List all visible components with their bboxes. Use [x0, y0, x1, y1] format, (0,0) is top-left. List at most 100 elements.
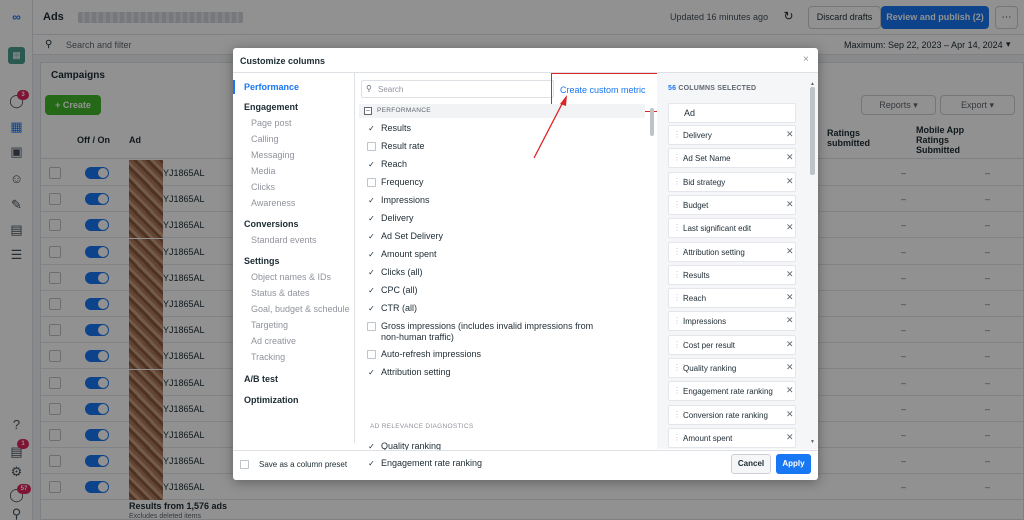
metric-label: Frequency: [381, 177, 424, 187]
remove-column-icon[interactable]: ✕: [786, 222, 794, 233]
remove-column-icon[interactable]: ✕: [786, 199, 794, 210]
metric-label: Gross impressions (includes invalid impr…: [381, 321, 594, 342]
selected-column-label: Conversion rate ranking: [683, 410, 768, 420]
selected-column-chip[interactable]: ⋮⋮ Amount spent ✕: [668, 427, 796, 448]
selected-column-label: Quality ranking: [683, 364, 737, 373]
nav-optimization[interactable]: Optimization: [244, 395, 299, 405]
remove-column-icon[interactable]: ✕: [786, 176, 794, 187]
remove-column-icon[interactable]: ✕: [786, 385, 794, 396]
metric-checkbox[interactable]: [367, 178, 376, 187]
nav-media[interactable]: Media: [251, 166, 276, 176]
checkmark-icon[interactable]: ✓: [367, 124, 376, 133]
performance-section-header[interactable]: – PERFORMANCE: [359, 104, 645, 118]
metric-search-input[interactable]: [378, 82, 548, 96]
divider: [233, 450, 818, 451]
remove-column-icon[interactable]: ✕: [786, 246, 794, 257]
selected-column-chip[interactable]: ⋮⋮ Engagement rate ranking ✕: [668, 381, 796, 402]
metric-label: Result rate: [381, 141, 425, 151]
nav-targeting[interactable]: Targeting: [251, 320, 288, 330]
selected-column-label: Results: [683, 270, 710, 280]
remove-column-icon[interactable]: ✕: [786, 269, 794, 280]
checkmark-icon[interactable]: ✓: [367, 459, 376, 468]
selected-column-chip[interactable]: ⋮⋮ Last significant edit ✕: [668, 218, 796, 239]
checkmark-icon[interactable]: ✓: [367, 214, 376, 223]
collapse-icon[interactable]: –: [364, 107, 372, 115]
nav-conversions[interactable]: Conversions: [244, 219, 299, 229]
checkmark-icon[interactable]: ✓: [367, 304, 376, 313]
selected-column-chip[interactable]: ⋮⋮ Bid strategy ✕: [668, 171, 796, 192]
close-icon[interactable]: ×: [803, 54, 809, 65]
metric-label: CTR (all): [381, 303, 417, 313]
checkmark-icon[interactable]: ✓: [367, 286, 376, 295]
nav-engagement[interactable]: Engagement: [244, 102, 298, 112]
selected-column-chip[interactable]: ⋮⋮ Conversion rate ranking ✕: [668, 404, 796, 425]
metric-label: Impressions: [381, 195, 430, 205]
nav-goal-budget[interactable]: Goal, budget & schedule: [251, 304, 350, 314]
save-preset-checkbox[interactable]: [240, 460, 249, 469]
metric-label: Ad Set Delivery: [381, 231, 444, 241]
selected-column-chip[interactable]: ⋮⋮ Budget ✕: [668, 194, 796, 215]
remove-column-icon[interactable]: ✕: [786, 362, 794, 373]
checkmark-icon[interactable]: ✓: [367, 250, 376, 259]
metric-label: Attribution setting: [381, 367, 451, 377]
remove-column-icon[interactable]: ✕: [786, 129, 794, 140]
metric-label: Results: [381, 123, 412, 133]
metric-checkbox[interactable]: [367, 142, 376, 151]
remove-column-icon[interactable]: ✕: [786, 409, 794, 420]
nav-tracking[interactable]: Tracking: [251, 352, 285, 362]
create-custom-metric-link[interactable]: Create custom metric: [560, 85, 646, 95]
apply-button[interactable]: Apply: [776, 454, 811, 474]
nav-status-dates[interactable]: Status & dates: [251, 288, 310, 298]
nav-awareness[interactable]: Awareness: [251, 198, 295, 208]
selected-column-chip[interactable]: ⋮⋮ Impressions ✕: [668, 311, 796, 332]
selected-column-chip[interactable]: ⋮⋮ Delivery ✕: [668, 125, 796, 145]
nav-settings[interactable]: Settings: [244, 256, 280, 266]
metric-search-box: ⚲: [361, 80, 554, 98]
nav-ab-test[interactable]: A/B test: [244, 374, 278, 384]
selected-scrollbar[interactable]: [810, 87, 815, 175]
selected-column-label: Impressions: [683, 317, 727, 327]
remove-column-icon[interactable]: ✕: [786, 432, 794, 443]
selected-column-chip[interactable]: ⋮⋮ Attribution setting ✕: [668, 241, 796, 262]
metric-label: CPC (all): [381, 285, 418, 295]
nav-messaging[interactable]: Messaging: [251, 150, 295, 160]
scroll-down-icon[interactable]: ▼: [810, 439, 815, 445]
selected-column-chip[interactable]: ⋮⋮ Results ✕: [668, 264, 796, 285]
cancel-button[interactable]: Cancel: [731, 454, 771, 474]
remove-column-icon[interactable]: ✕: [786, 292, 794, 303]
remove-column-icon[interactable]: ✕: [786, 315, 794, 326]
active-indicator: [233, 80, 235, 94]
checkmark-icon[interactable]: ✓: [367, 160, 376, 169]
selected-count-number: 56: [668, 85, 677, 92]
selected-column-label: Attribution setting: [683, 247, 745, 257]
checkmark-icon[interactable]: ✓: [367, 268, 376, 277]
nav-calling[interactable]: Calling: [251, 134, 279, 144]
selected-column-chip[interactable]: ⋮⋮ Cost per result ✕: [668, 334, 796, 355]
search-icon: ⚲: [366, 84, 372, 93]
selected-columns-panel: 56 COLUMNS SELECTED Ad ⋮⋮ Delivery ✕ ⋮⋮ Ad S…: [657, 73, 818, 449]
column-category-nav: Performance Engagement Page post Calling…: [233, 73, 355, 443]
selected-column-label: Ad: [684, 108, 696, 118]
selected-column-chip[interactable]: ⋮⋮ Reach ✕: [668, 288, 796, 309]
checkmark-icon[interactable]: ✓: [367, 368, 376, 377]
selected-column-chip[interactable]: ⋮⋮ Ad Set Name ✕: [668, 148, 796, 169]
nav-clicks[interactable]: Clicks: [251, 182, 275, 192]
metrics-scrollbar[interactable]: [650, 108, 654, 136]
selected-column-label: Amount spent: [683, 433, 733, 443]
selected-column-fixed: Ad: [668, 103, 796, 123]
remove-column-icon[interactable]: ✕: [786, 152, 794, 163]
metric-checkbox[interactable]: [367, 350, 376, 359]
metric-checkbox[interactable]: [367, 322, 376, 331]
nav-standard-events[interactable]: Standard events: [251, 235, 317, 245]
metric-label: Auto-refresh impressions: [381, 349, 482, 359]
nav-page-post[interactable]: Page post: [251, 118, 292, 128]
remove-column-icon[interactable]: ✕: [786, 339, 794, 350]
metric-label: Engagement rate ranking: [381, 458, 483, 468]
selected-column-label: Engagement rate ranking: [683, 387, 773, 397]
checkmark-icon[interactable]: ✓: [367, 196, 376, 205]
checkmark-icon[interactable]: ✓: [367, 232, 376, 241]
nav-performance[interactable]: Performance: [244, 82, 299, 92]
nav-ad-creative[interactable]: Ad creative: [251, 336, 296, 346]
selected-column-chip[interactable]: ⋮⋮ Quality ranking ✕: [668, 358, 796, 378]
nav-object-names[interactable]: Object names & IDs: [251, 272, 331, 282]
